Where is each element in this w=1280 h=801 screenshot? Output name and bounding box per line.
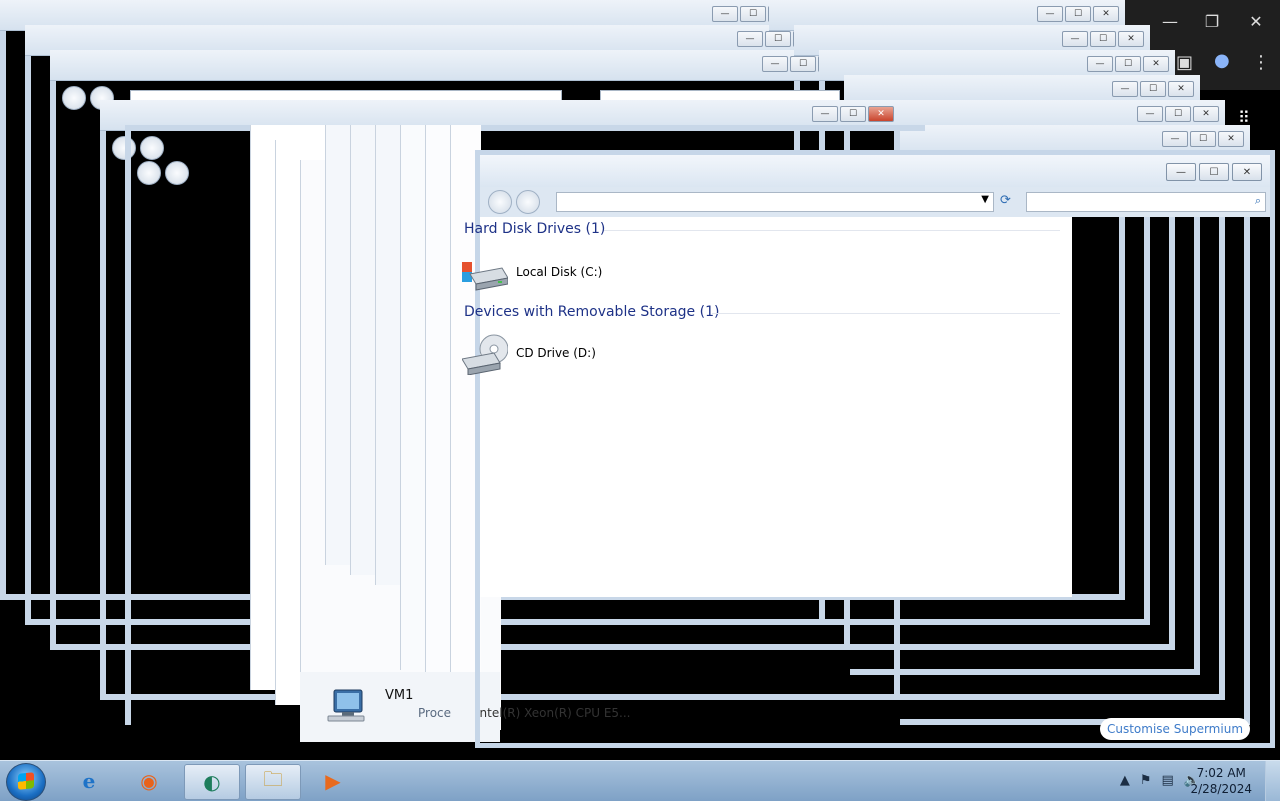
hard-disk-icon: [462, 252, 509, 292]
back-icon[interactable]: [488, 190, 512, 214]
clock-time: 7:02 AM: [1196, 766, 1246, 780]
computer-name: VM1: [385, 688, 414, 703]
group-heading-hard-disks[interactable]: Hard Disk Drives (1): [464, 221, 605, 237]
windows-logo-icon: [18, 772, 34, 790]
processor-label: Proce: [418, 706, 452, 720]
supermium-icon[interactable]: ◐: [184, 764, 240, 800]
minimize-button[interactable]: —: [1166, 163, 1196, 181]
action-center-flag-icon[interactable]: ⚑: [1140, 773, 1152, 788]
drive-local-disk[interactable]: Local Disk (C:): [462, 252, 602, 292]
title-bar[interactable]: — ☐ ✕: [480, 155, 1270, 187]
close-icon[interactable]: ✕: [1246, 12, 1266, 31]
clock[interactable]: 7:02 AM 2/28/2024: [1190, 765, 1252, 797]
search-icon[interactable]: ⌕: [1255, 194, 1261, 208]
cd-drive-icon: [461, 333, 509, 376]
desktop: — ❐ ✕ ▣ ● ⋮ ⠿ —☐✕ —☐✕ —☐✕ —☐✕ —☐✕ —☐✕ —☐…: [0, 0, 1280, 760]
search-box[interactable]: ⌕: [1026, 192, 1266, 212]
close-button[interactable]: ✕: [1232, 163, 1262, 181]
refresh-icon[interactable]: ⟳: [1000, 193, 1011, 208]
address-bar[interactable]: ▼: [556, 192, 994, 212]
show-desktop-button[interactable]: [1265, 761, 1280, 801]
drive-cd[interactable]: CD Drive (D:): [461, 333, 596, 376]
taskbar: e ◉ ◐ 🗀 ▶ ▲ ⚑ ▤ 🔈 7:02 AM 2/28/2024: [0, 760, 1280, 801]
computer-icon: [326, 688, 366, 722]
divider: [604, 230, 1060, 231]
forward-icon[interactable]: [165, 161, 189, 185]
customise-supermium-button[interactable]: Customise Supermium: [1100, 718, 1250, 740]
restore-icon[interactable]: ❐: [1202, 12, 1222, 31]
sidebar-icon[interactable]: ▣: [1176, 52, 1193, 73]
explorer-folder-icon[interactable]: 🗀: [245, 764, 301, 800]
media-player-icon[interactable]: ▶: [306, 764, 360, 798]
network-icon[interactable]: ▤: [1162, 773, 1174, 788]
explorer-window: — ☐ ✕ ▼ ⟳ ⌕: [475, 150, 1275, 748]
navigation-bar: ▼ ⟳ ⌕: [480, 187, 1270, 217]
back-icon[interactable]: [62, 86, 86, 110]
firefox-icon[interactable]: ◉: [122, 764, 176, 798]
start-button[interactable]: [6, 763, 46, 801]
chevron-down-icon[interactable]: ▼: [981, 194, 989, 205]
forward-icon[interactable]: [516, 190, 540, 214]
minimize-icon[interactable]: —: [1160, 12, 1180, 31]
group-heading-removable[interactable]: Devices with Removable Storage (1): [464, 304, 719, 320]
show-hidden-icons-icon[interactable]: ▲: [1120, 773, 1130, 788]
menu-icon[interactable]: ⋮: [1252, 52, 1270, 73]
maximize-button[interactable]: ☐: [1199, 163, 1229, 181]
internet-explorer-icon[interactable]: e: [62, 764, 116, 798]
back-icon[interactable]: [137, 161, 161, 185]
notification-area: ▲ ⚑ ▤ 🔈: [1120, 773, 1200, 788]
clock-date: 2/28/2024: [1190, 782, 1252, 796]
drive-label: Local Disk (C:): [516, 265, 603, 279]
profile-icon[interactable]: ●: [1214, 50, 1230, 71]
computer-details-pane: VM1 Proce: [300, 672, 500, 742]
divider: [712, 313, 1060, 314]
drive-label: CD Drive (D:): [516, 346, 596, 360]
